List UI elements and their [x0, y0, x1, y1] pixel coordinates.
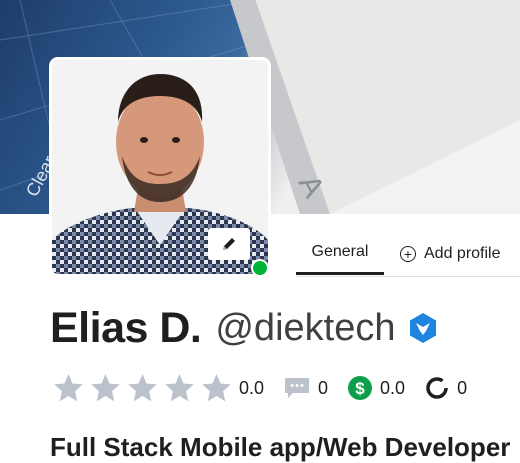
tab-general-label: General	[311, 243, 369, 260]
plus-circle-icon: +	[400, 245, 416, 262]
star-icon	[202, 374, 231, 402]
profile-name: Elias D.	[50, 303, 202, 352]
profile-stats: 0.0 0 $ 0.0 0	[52, 370, 467, 406]
completion-value: 0	[457, 377, 468, 398]
completion-stat: 0	[425, 376, 467, 400]
tab-add-profile[interactable]: + Add profile	[400, 232, 520, 275]
progress-ring-icon	[426, 377, 448, 399]
verified-badge-icon	[410, 313, 437, 343]
edit-avatar-button[interactable]	[208, 228, 250, 260]
earnings-stat: $ 0.0	[348, 376, 405, 400]
svg-text:$: $	[355, 379, 365, 398]
tab-add-profile-label: Add profile	[424, 244, 501, 262]
online-status-dot	[251, 259, 269, 277]
pencil-icon	[223, 238, 235, 250]
reviews-count: 0	[318, 377, 329, 398]
star-icon	[165, 374, 194, 402]
review-message-icon	[285, 378, 310, 398]
star-icon	[54, 374, 83, 402]
reviews-stat: 0	[284, 377, 328, 399]
profile-tabs: General + Add profile	[296, 232, 520, 277]
tab-general[interactable]: General	[296, 232, 384, 275]
rating-stars	[52, 372, 237, 404]
profile-headline: Full Stack Mobile app/Web Developer	[50, 432, 511, 462]
earnings-value: 0.0	[380, 377, 406, 398]
dollar-icon: $	[348, 376, 373, 400]
star-icon	[91, 374, 120, 402]
profile-name-row: Elias D. @diektech	[50, 300, 439, 356]
star-icon	[128, 374, 157, 402]
rating-value: 0.0	[239, 377, 265, 398]
profile-username: @diektech	[215, 306, 396, 349]
